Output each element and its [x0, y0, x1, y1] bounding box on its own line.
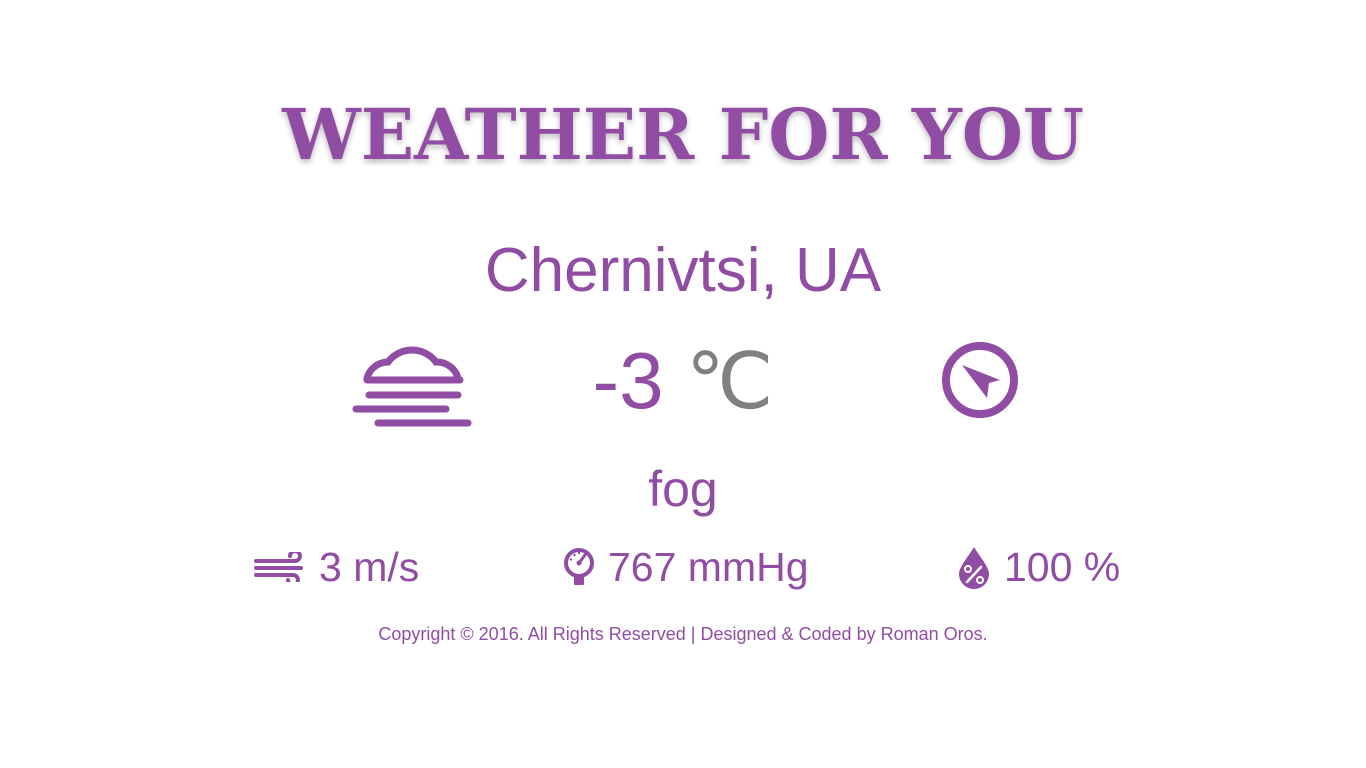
compass-direction-icon — [942, 342, 1018, 418]
page-title: WEATHER FOR YOU — [282, 93, 1084, 176]
wind-stat: 3 m/s — [253, 544, 419, 590]
humidity-stat: 100 % — [956, 544, 1120, 590]
pressure-stat: 767 mmHg — [562, 544, 809, 590]
temperature-value: -3 — [592, 336, 664, 425]
wind-icon — [254, 552, 303, 582]
humidity-drop-icon — [959, 547, 989, 589]
city-name: Chernivtsi, UA — [484, 236, 882, 305]
pressure-value: 767 mmHg — [608, 544, 809, 590]
temperature-unit: ℃ — [685, 337, 774, 427]
wind-value: 3 m/s — [319, 544, 420, 590]
humidity-value: 100 % — [1004, 544, 1121, 590]
weather-description: fog — [648, 461, 718, 517]
footer-copyright: Copyright © 2016. All Rights Reserved | … — [378, 624, 988, 644]
pressure-gauge-icon — [564, 548, 594, 585]
temperature-display: -3 ℃ — [0, 336, 1366, 427]
